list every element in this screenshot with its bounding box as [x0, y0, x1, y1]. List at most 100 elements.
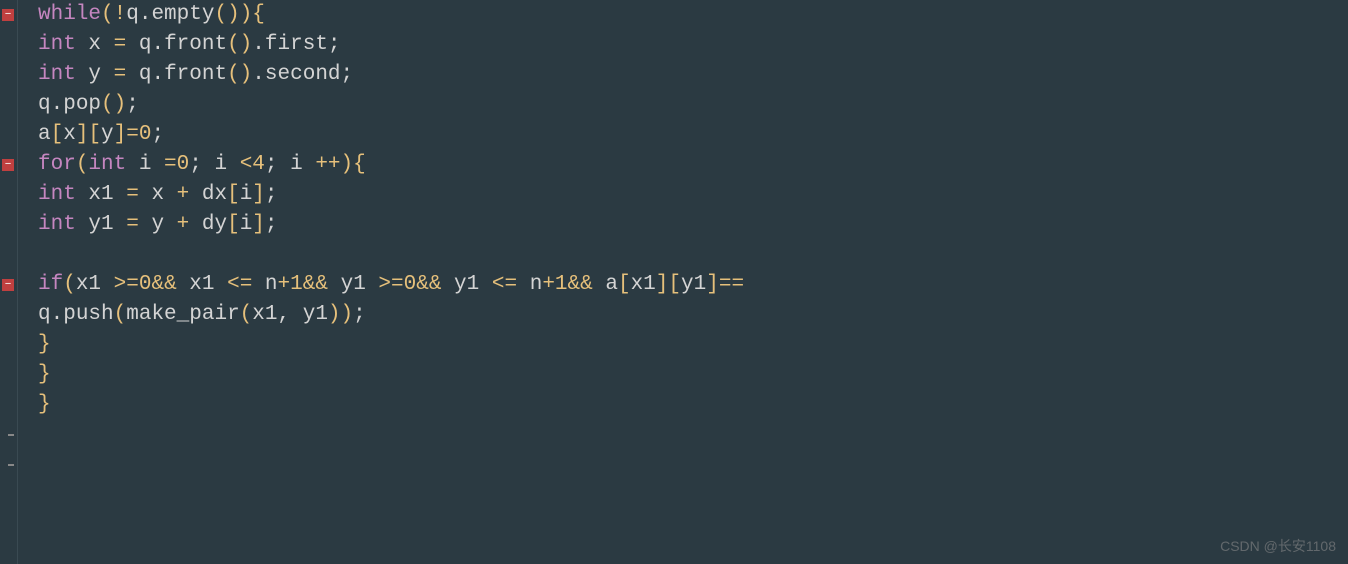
gutter-tick [8, 434, 14, 436]
token-var: x [76, 30, 114, 60]
token-op: ! [114, 0, 127, 30]
token-brace: { [252, 0, 265, 30]
token-paren: ( [63, 270, 76, 300]
token-punct: . [151, 60, 164, 90]
token-op: <= [227, 270, 252, 300]
token-op: && [416, 270, 441, 300]
token-bracket: [ [618, 270, 631, 300]
token-brace: } [38, 390, 51, 420]
code-line[interactable]: while (!q.empty()) { [38, 0, 1348, 30]
token-var: y1 [328, 270, 378, 300]
token-punct: ; [353, 300, 366, 330]
code-line[interactable]: int y = q.front().second; [38, 60, 1348, 90]
token-punct: ; [265, 210, 278, 240]
token-func: empty [151, 0, 214, 30]
gutter-tick [8, 464, 14, 466]
token-num: 1 [290, 270, 303, 300]
code-editor[interactable]: −−− while (!q.empty()) { int x = q.front… [0, 0, 1348, 564]
code-line[interactable]: int x1 = x + dx[i]; [38, 180, 1348, 210]
code-line[interactable]: q.push(make_pair(x1, y1)); [38, 300, 1348, 330]
token-punct: . [151, 30, 164, 60]
token-var: y1 [76, 210, 126, 240]
fold-marker-icon[interactable]: − [2, 279, 14, 291]
token-kw: for [38, 150, 76, 180]
code-line[interactable]: a[x][y] = 0; [38, 120, 1348, 150]
code-line[interactable]: int x = q.front().first; [38, 30, 1348, 60]
code-line[interactable]: int y1 = y + dy[i]; [38, 210, 1348, 240]
fold-marker-icon[interactable]: − [2, 9, 14, 21]
token-func: front [164, 60, 227, 90]
token-brace: } [38, 330, 51, 360]
token-op: + [177, 180, 190, 210]
token-paren: )) [328, 300, 353, 330]
token-func: front [164, 30, 227, 60]
token-op: = [126, 210, 139, 240]
token-op: < [240, 150, 253, 180]
token-bracket: [ [227, 180, 240, 210]
token-var: y1 [681, 270, 706, 300]
token-bracket: ] [114, 120, 127, 150]
code-line[interactable]: q.pop(); [38, 90, 1348, 120]
token-paren: () [214, 0, 239, 30]
token-var: q [126, 0, 139, 30]
token-brace: } [38, 360, 51, 390]
code-line[interactable]: } [38, 330, 1348, 360]
token-var: i [278, 150, 316, 180]
token-punct: ; [151, 120, 164, 150]
token-bracket: ][ [76, 120, 101, 150]
token-var: y [139, 210, 177, 240]
token-var: y [101, 120, 114, 150]
token-op: ++ [315, 150, 340, 180]
editor-gutter: − − − [0, 0, 18, 564]
token-paren: ) [341, 150, 354, 180]
token-punct: ; [341, 60, 354, 90]
token-op: = [164, 150, 177, 180]
token-var: dy [189, 210, 227, 240]
token-op: && [151, 270, 176, 300]
token-op: + [278, 270, 291, 300]
token-paren: ( [76, 150, 89, 180]
token-bracket: ] [706, 270, 719, 300]
token-var: second [265, 60, 341, 90]
token-punct: ; [328, 30, 341, 60]
token-op: = [114, 60, 127, 90]
token-func: push [63, 300, 113, 330]
token-bracket: ] [252, 180, 265, 210]
token-var: x1 [252, 300, 277, 330]
token-type: int [88, 150, 126, 180]
token-op: && [303, 270, 328, 300]
code-content[interactable]: while (!q.empty()) { int x = q.front().f… [18, 0, 1348, 564]
token-punct: . [252, 60, 265, 90]
token-kw: if [38, 270, 63, 300]
token-var: y [76, 60, 114, 90]
code-line[interactable]: if (x1 >= 0 && x1 <= n+1 && y1 >= 0 && y… [38, 270, 1348, 300]
token-bracket: [ [227, 210, 240, 240]
token-punct: ; [265, 180, 278, 210]
code-line[interactable] [38, 240, 1348, 270]
token-punct: . [51, 90, 64, 120]
token-num: 0 [177, 150, 190, 180]
token-num: 1 [555, 270, 568, 300]
token-paren: () [101, 90, 126, 120]
token-var: i [202, 150, 240, 180]
token-var: n [517, 270, 542, 300]
token-var: dx [189, 180, 227, 210]
code-line[interactable]: } [38, 390, 1348, 420]
token-var: x [139, 180, 177, 210]
token-op: = [126, 120, 139, 150]
code-line[interactable]: for (int i = 0; i < 4; i ++ ) { [38, 150, 1348, 180]
token-var: q [126, 30, 151, 60]
token-paren: () [227, 60, 252, 90]
token-kw: while [38, 0, 101, 30]
token-punct: . [51, 300, 64, 330]
token-num: 0 [139, 120, 152, 150]
token-func: make_pair [126, 300, 239, 330]
token-type: int [38, 30, 76, 60]
fold-marker-icon[interactable]: − [2, 159, 14, 171]
token-bracket: ] [252, 210, 265, 240]
token-var: q [38, 90, 51, 120]
token-paren: ( [114, 300, 127, 330]
token-bracket: [ [51, 120, 64, 150]
code-line[interactable]: } [38, 360, 1348, 390]
token-op: && [568, 270, 593, 300]
